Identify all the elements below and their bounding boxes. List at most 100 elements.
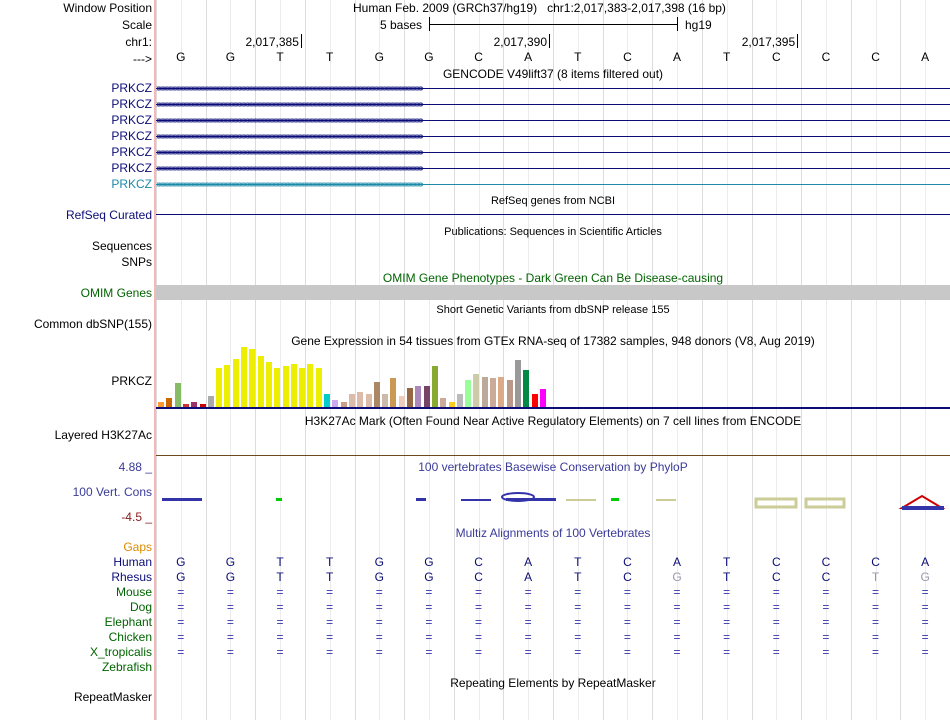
gtex-tissue-bar[interactable]: [373, 382, 380, 407]
gtex-tissue-bar[interactable]: [523, 370, 530, 407]
repeatmasker-label[interactable]: RepeatMasker: [74, 690, 152, 704]
gtex-tissue-bar[interactable]: [241, 347, 247, 407]
reference-base[interactable]: T: [717, 50, 737, 64]
gtex-tissue-bar[interactable]: [265, 362, 272, 407]
gtex-tissue-bar[interactable]: [232, 359, 239, 407]
gtex-tissue-bar[interactable]: [531, 394, 538, 407]
reference-base[interactable]: A: [915, 50, 935, 64]
gencode-item-label[interactable]: PRKCZ: [111, 81, 152, 95]
reference-base[interactable]: C: [617, 50, 637, 64]
multiz-alignment-row[interactable]: = = = = = = = = = = = = = = = =: [156, 645, 950, 659]
reference-base[interactable]: C: [816, 50, 836, 64]
gtex-tissue-bar[interactable]: [365, 394, 372, 407]
phylop-label[interactable]: 100 Vert. Cons: [73, 485, 152, 499]
gtex-tissue-bar[interactable]: [481, 377, 488, 407]
reference-base[interactable]: G: [220, 50, 240, 64]
gtex-tissue-bar[interactable]: [315, 368, 322, 407]
aligned-base: =: [723, 630, 731, 644]
reference-base[interactable]: G: [369, 50, 389, 64]
chrom-label[interactable]: chr1:: [125, 35, 152, 49]
gtex-tissue-bar[interactable]: [490, 378, 496, 407]
gencode-item-label[interactable]: PRKCZ: [111, 113, 152, 127]
reference-base[interactable]: C: [866, 50, 886, 64]
gtex-tissue-bar[interactable]: [249, 349, 256, 407]
gencode-item-label[interactable]: PRKCZ: [111, 177, 152, 191]
gtex-tissue-bar[interactable]: [423, 386, 430, 407]
multiz-species-label[interactable]: Elephant: [105, 615, 152, 629]
reference-base[interactable]: A: [667, 50, 687, 64]
gtex-tissue-bar[interactable]: [498, 377, 505, 407]
gtex-tissue-bar[interactable]: [207, 396, 214, 407]
gtex-tissue-bar[interactable]: [506, 380, 513, 407]
gtex-tissue-bar[interactable]: [274, 368, 281, 407]
gtex-tissue-bar[interactable]: [224, 365, 231, 407]
reference-base[interactable]: T: [320, 50, 340, 64]
gencode-item-label[interactable]: PRKCZ: [111, 97, 152, 111]
gtex-tissue-bar[interactable]: [539, 389, 546, 407]
gtex-tissue-bar[interactable]: [407, 388, 413, 407]
gencode-item-label[interactable]: PRKCZ: [111, 129, 152, 143]
window-position-label[interactable]: Window Position: [63, 1, 152, 15]
gtex-tissue-bar[interactable]: [431, 366, 438, 407]
gtex-tissue-bar[interactable]: [348, 394, 355, 407]
gencode-item-label[interactable]: PRKCZ: [111, 161, 152, 175]
aligned-base: =: [921, 615, 929, 629]
reference-base[interactable]: C: [469, 50, 489, 64]
reference-base[interactable]: A: [518, 50, 538, 64]
gtex-tissue-bar[interactable]: [174, 383, 181, 407]
aligned-base: =: [375, 600, 383, 614]
gtex-tissue-bar[interactable]: [514, 360, 521, 407]
phylop-logo[interactable]: [156, 488, 950, 512]
gtex-tissue-bar[interactable]: [465, 380, 472, 407]
gtex-tissue-bar[interactable]: [299, 368, 306, 407]
gtex-tissue-bar[interactable]: [473, 374, 480, 407]
gtex-tissue-bar[interactable]: [166, 398, 173, 407]
gtex-tissue-bar[interactable]: [307, 364, 314, 407]
multiz-species-label[interactable]: X_tropicalis: [90, 645, 152, 659]
gtex-tissue-bar[interactable]: [216, 368, 223, 407]
gtex-tissue-bar[interactable]: [456, 394, 463, 407]
gtex-tissue-bar[interactable]: [390, 378, 397, 407]
gtex-tissue-bar[interactable]: [282, 366, 289, 407]
multiz-alignment-row[interactable]: = = = = = = = = = = = = = = = =: [156, 630, 950, 644]
refseq-line[interactable]: [156, 214, 950, 215]
multiz-species-label[interactable]: Chicken: [109, 630, 152, 644]
multiz-alignment-row[interactable]: [156, 660, 950, 674]
gtex-tissue-bar[interactable]: [357, 392, 364, 407]
multiz-alignment-row[interactable]: = = = = = = = = = = = = = = = =: [156, 615, 950, 629]
gtex-tissue-bar[interactable]: [257, 356, 264, 407]
gtex-tissue-bar[interactable]: [398, 396, 405, 407]
dbsnp-label[interactable]: Common dbSNP(155): [34, 317, 152, 331]
multiz-species-label[interactable]: Mouse: [116, 585, 152, 599]
omim-gene-bar[interactable]: [156, 285, 950, 300]
publications-sequences-label[interactable]: Sequences: [92, 239, 152, 253]
reference-base[interactable]: C: [766, 50, 786, 64]
multiz-species-label[interactable]: Human: [113, 555, 152, 569]
multiz-alignment-row[interactable]: = = = = = = = = = = = = = = = =: [156, 600, 950, 614]
multiz-alignment-row[interactable]: = = = = = = = = = = = = = = = =: [156, 585, 950, 599]
refseq-label[interactable]: RefSeq Curated: [66, 208, 152, 222]
multiz-alignment-row[interactable]: GGTTGGCATCGTCCTG: [156, 570, 950, 584]
gtex-tissue-bar[interactable]: [382, 394, 389, 407]
reference-base[interactable]: G: [171, 50, 191, 64]
reference-base[interactable]: G: [419, 50, 439, 64]
h3k27ac-label[interactable]: Layered H3K27Ac: [55, 428, 152, 442]
gtex-tissue-bar[interactable]: [290, 364, 297, 407]
scale-label[interactable]: Scale: [122, 18, 152, 32]
reference-base[interactable]: T: [568, 50, 588, 64]
reference-base[interactable]: T: [270, 50, 290, 64]
multiz-species-label[interactable]: Zebrafish: [102, 660, 152, 674]
gtex-label[interactable]: PRKCZ: [111, 374, 152, 388]
publications-snps-label[interactable]: SNPs: [121, 255, 152, 269]
omim-label[interactable]: OMIM Genes: [81, 286, 152, 300]
multiz-alignment-row[interactable]: GGTTGGCATCATCCCA: [156, 555, 950, 569]
gtex-tissue-bar[interactable]: [324, 394, 330, 407]
multiz-species-label[interactable]: Dog: [130, 600, 152, 614]
gtex-tissue-bar[interactable]: [332, 400, 339, 407]
gencode-item-label[interactable]: PRKCZ: [111, 145, 152, 159]
strand-label[interactable]: --->: [133, 52, 152, 66]
multiz-species-label[interactable]: Rhesus: [111, 570, 152, 584]
multiz-gaps-label[interactable]: Gaps: [123, 540, 152, 554]
gtex-tissue-bar[interactable]: [440, 398, 447, 407]
gtex-tissue-bar[interactable]: [415, 386, 422, 407]
